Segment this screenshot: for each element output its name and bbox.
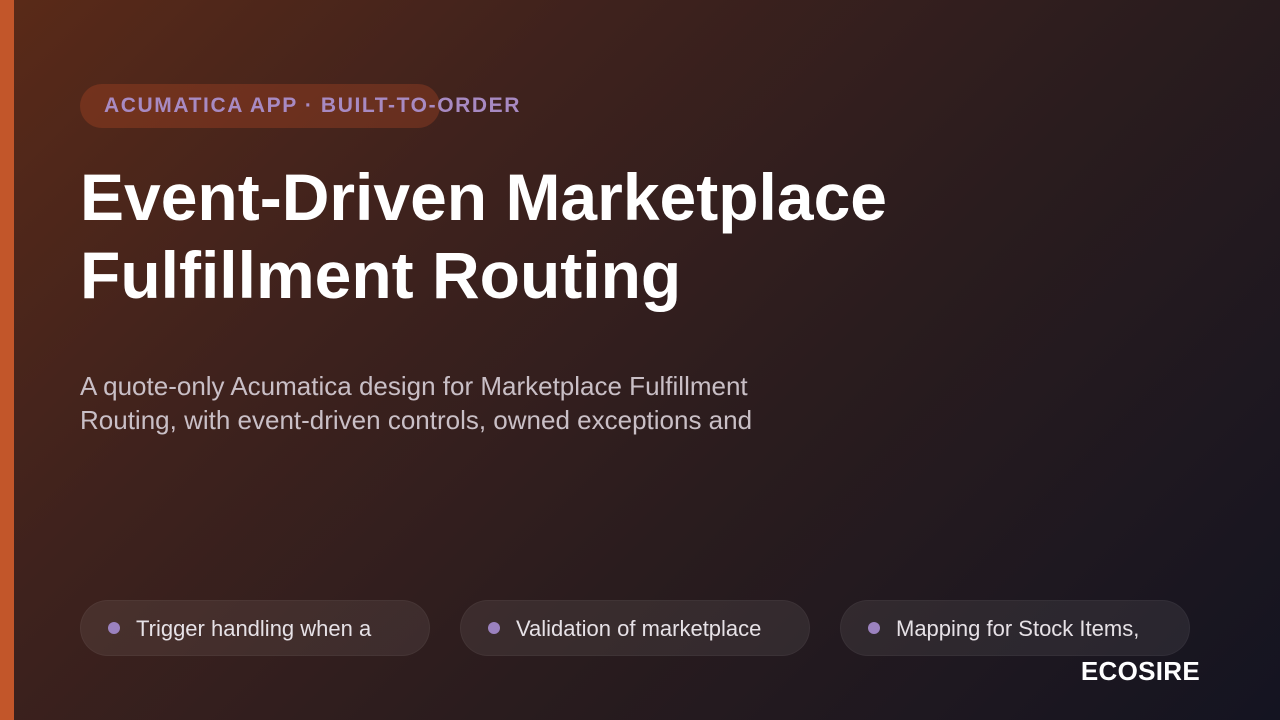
slide-title-line-2: Fulfillment Routing (80, 238, 682, 312)
slide: ACUMATICA APP · BUILT-TO-ORDER Event-Dri… (0, 0, 1280, 720)
bullet-dot-icon (488, 622, 500, 634)
slide-subtitle: A quote-only Acumatica design for Market… (80, 369, 840, 437)
slide-title: Event-Driven Marketplace Fulfillment Rou… (80, 158, 1080, 314)
feature-chip-validation: Validation of marketplace (460, 600, 810, 656)
feature-chip-trigger-handling: Trigger handling when a (80, 600, 430, 656)
slide-subtitle-line-2: Routing, with event-driven controls, own… (80, 405, 753, 435)
slide-title-line-1: Event-Driven Marketplace (80, 160, 887, 234)
feature-chip-label: Trigger handling when a (136, 616, 372, 641)
feature-chip-label: Validation of marketplace (516, 616, 762, 641)
feature-chip-label: Mapping for Stock Items, (896, 616, 1140, 641)
eyebrow-label: ACUMATICA APP · BUILT-TO-ORDER (104, 94, 522, 117)
bullet-dot-icon (108, 622, 120, 634)
bullet-dot-icon (868, 622, 880, 634)
brand-logo: ECOSIRE (1080, 656, 1200, 686)
feature-chip-mapping: Mapping for Stock Items, (840, 600, 1190, 656)
slide-subtitle-line-1: A quote-only Acumatica design for Market… (80, 371, 748, 401)
accent-bar (0, 0, 14, 720)
